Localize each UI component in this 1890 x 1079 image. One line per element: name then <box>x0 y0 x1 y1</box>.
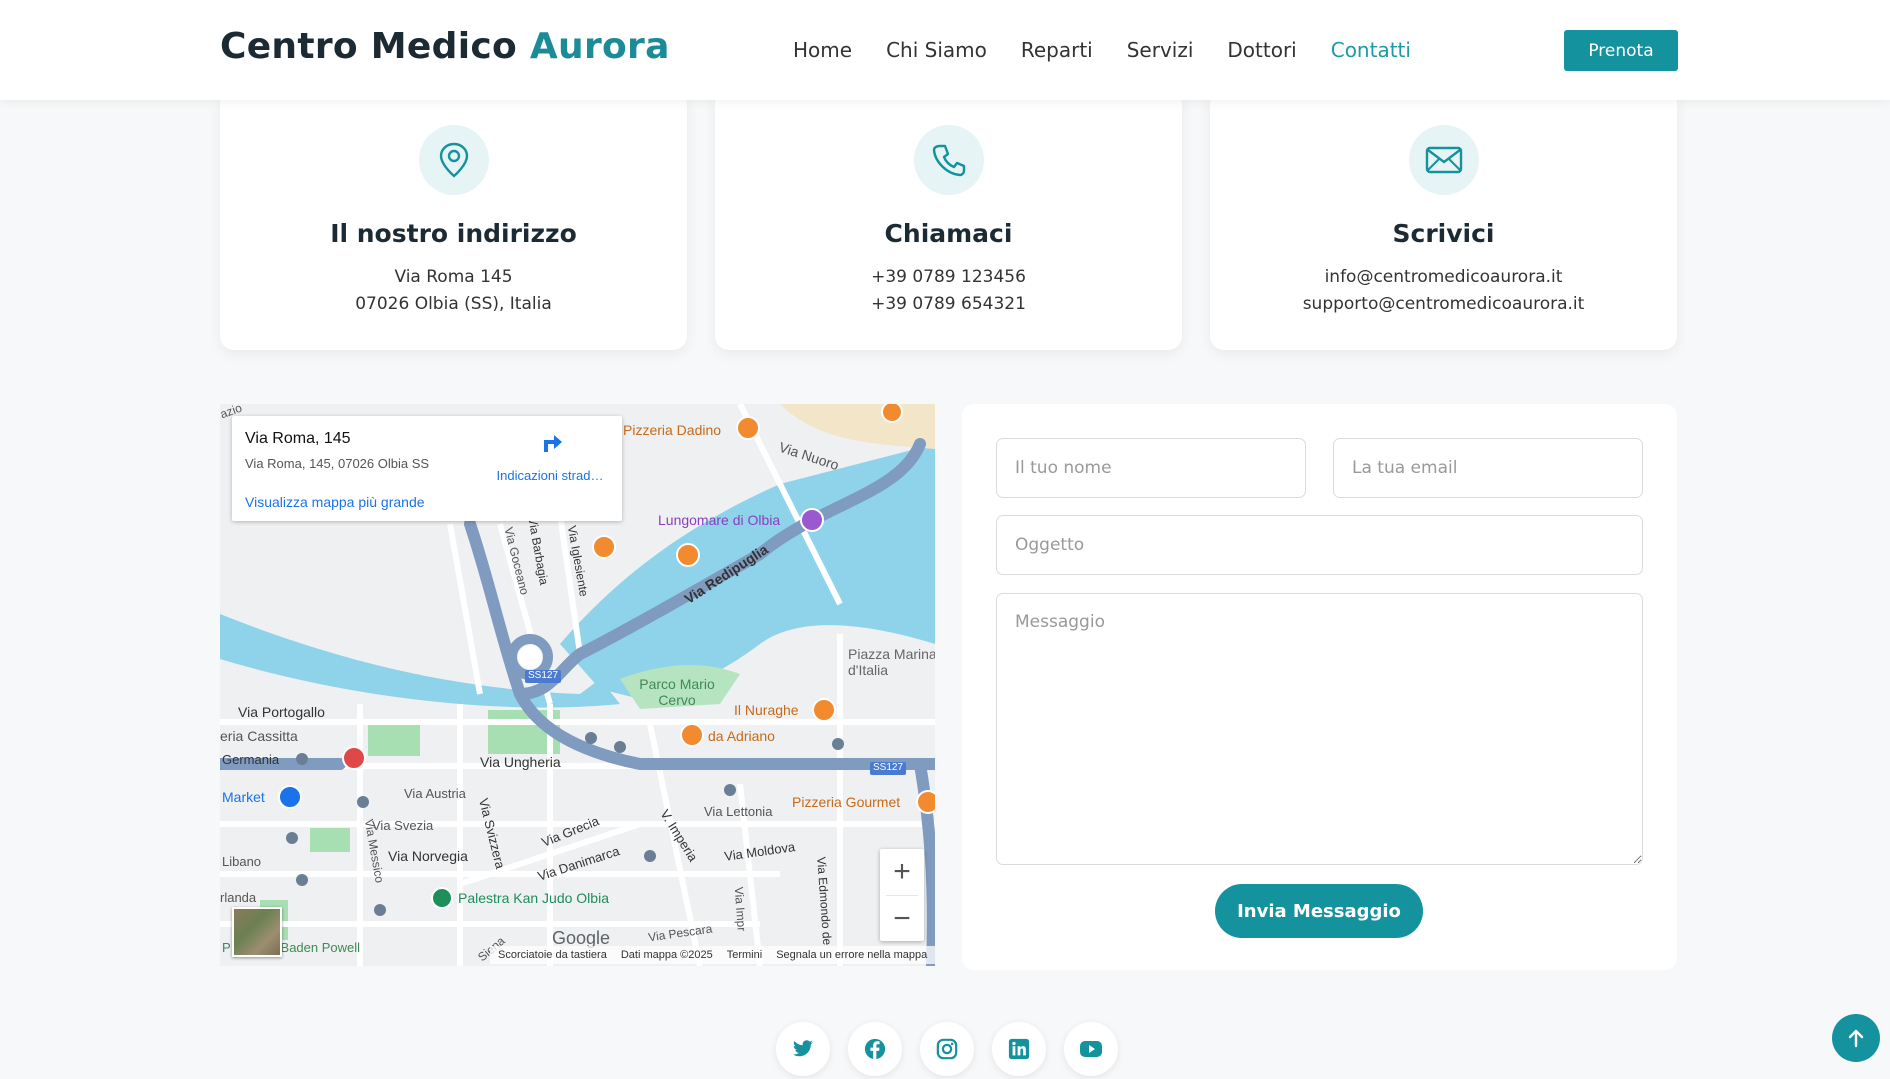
map-label: SS127 <box>528 670 559 681</box>
map-footer: Scorciatoie da tastiera Dati mappa ©2025… <box>490 946 935 964</box>
facebook-icon[interactable] <box>848 1022 902 1076</box>
logo-text: Centro Medico <box>220 26 530 67</box>
bigger-map-link[interactable]: Visualizza mappa più grande <box>245 494 425 510</box>
map-label: Parco Mario Cervo <box>639 676 715 708</box>
nav-chi-siamo[interactable]: Chi Siamo <box>886 38 987 62</box>
map-label: Germania <box>222 752 280 767</box>
nav-home[interactable]: Home <box>793 38 852 62</box>
map-label: Pizzeria Dadino <box>623 422 722 438</box>
main-nav: Home Chi Siamo Reparti Servizi Dottori C… <box>793 38 1445 62</box>
map-label: Lungomare di Olbia <box>658 512 781 528</box>
site-logo[interactable]: Centro Medico Aurora <box>220 26 670 67</box>
map-place-card: Via Roma, 145 Via Roma, 145, 07026 Olbia… <box>232 416 622 521</box>
card-line[interactable]: +39 0789 654321 <box>715 291 1182 318</box>
zoom-controls: + − <box>880 849 924 941</box>
prenota-button[interactable]: Prenota <box>1564 30 1678 71</box>
card-line: 07026 Olbia (SS), Italia <box>355 294 552 314</box>
place-title: Via Roma, 145 <box>245 430 351 447</box>
map-label: Via Lettonia <box>704 804 773 819</box>
map-label: Palestra Kan Judo Olbia <box>458 890 609 906</box>
back-to-top-button[interactable] <box>1832 1014 1880 1062</box>
contact-form: Invia Messaggio <box>962 404 1677 970</box>
nav-reparti[interactable]: Reparti <box>1021 38 1093 62</box>
map-label: da Adriano <box>708 728 775 744</box>
map-label: Via Svezia <box>372 818 434 833</box>
map-label: Via Portogallo <box>238 704 325 720</box>
zoom-in-button[interactable]: + <box>880 849 924 895</box>
envelope-icon <box>1408 125 1479 195</box>
card-line: Via Roma 145 <box>394 267 513 287</box>
map-label: Libano <box>222 854 262 869</box>
card-title: Chiamaci <box>884 219 1013 248</box>
map-label: Market <box>222 789 265 805</box>
map-label: eria Cassitta <box>220 728 298 744</box>
linkedin-icon[interactable] <box>992 1022 1046 1076</box>
email-card: Scrivici info@centromedicoaurora.it supp… <box>1210 90 1677 350</box>
zoom-out-button[interactable]: − <box>880 896 924 942</box>
nav-dottori[interactable]: Dottori <box>1227 38 1296 62</box>
map-label: Il Nuraghe <box>734 702 799 718</box>
twitter-icon[interactable] <box>776 1022 830 1076</box>
subject-field[interactable] <box>996 515 1643 575</box>
card-title: Il nostro indirizzo <box>330 219 577 248</box>
send-message-button[interactable]: Invia Messaggio <box>1215 884 1423 938</box>
name-field[interactable] <box>996 438 1306 498</box>
map-label: rlanda <box>220 890 257 905</box>
arrow-up-icon <box>1848 1029 1864 1048</box>
map-label: Via Austria <box>404 786 466 801</box>
email-field[interactable] <box>1333 438 1643 498</box>
report-error-link[interactable]: Segnala un errore nella mappa <box>776 949 927 961</box>
nav-contatti[interactable]: Contatti <box>1331 38 1411 62</box>
map-label: SS127 <box>873 762 904 773</box>
instagram-icon[interactable] <box>920 1022 974 1076</box>
phone-card: Chiamaci +39 0789 123456 +39 0789 654321 <box>715 90 1182 350</box>
message-field[interactable] <box>996 593 1643 865</box>
nav-servizi[interactable]: Servizi <box>1127 38 1194 62</box>
map-label: Via Impr <box>731 886 749 932</box>
map-data-text: Dati mappa ©2025 <box>620 949 713 961</box>
social-links <box>776 1022 1118 1076</box>
map-label: Pizzeria Gourmet <box>792 794 901 810</box>
map-label: Via Ungheria <box>480 754 561 770</box>
google-map[interactable]: Pizzeria Dadino Via Nuoro Lungomare di O… <box>220 404 935 966</box>
phone-icon <box>913 125 984 195</box>
youtube-icon[interactable] <box>1064 1022 1118 1076</box>
satellite-toggle[interactable] <box>232 907 282 957</box>
address-card: Il nostro indirizzo Via Roma 145 07026 O… <box>220 90 687 350</box>
map-pin-icon <box>418 125 489 195</box>
card-line[interactable]: +39 0789 123456 <box>715 264 1182 291</box>
place-address: Via Roma, 145, 07026 Olbia SS <box>245 456 430 471</box>
keyboard-shortcuts-link[interactable]: Scorciatoie da tastiera <box>498 949 607 961</box>
directions-link[interactable]: Indicazioni strad… <box>490 468 610 483</box>
card-line[interactable]: info@centromedicoaurora.it <box>1210 264 1677 291</box>
map-label: Piazza Marina d'Italia <box>848 646 935 678</box>
site-header: Centro Medico Aurora Home Chi Siamo Repa… <box>0 0 1890 100</box>
terms-link[interactable]: Termini <box>727 949 762 961</box>
card-line[interactable]: supporto@centromedicoaurora.it <box>1210 291 1677 318</box>
map-label: Via Norvegia <box>388 848 468 864</box>
card-title: Scrivici <box>1392 219 1495 248</box>
logo-accent-text: Aurora <box>529 26 670 67</box>
